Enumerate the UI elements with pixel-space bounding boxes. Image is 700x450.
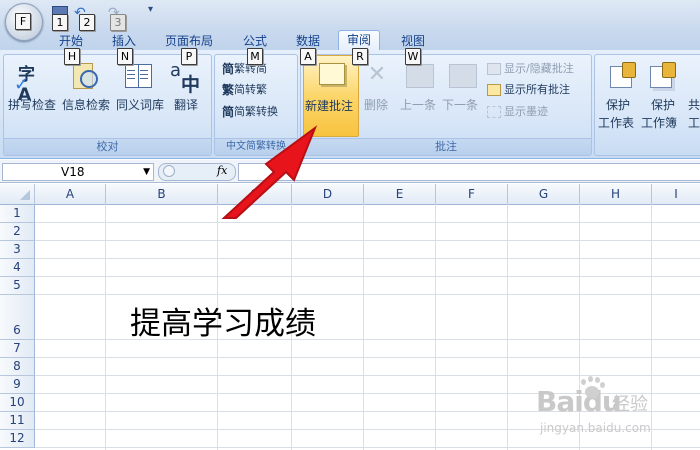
next-comment-icon xyxy=(449,64,477,88)
keytip-data: A xyxy=(300,48,316,65)
research-button[interactable]: 信息检索 xyxy=(62,96,110,113)
column-header-f[interactable]: F xyxy=(436,184,508,205)
keytip-save: 1 xyxy=(52,14,68,31)
column-header-e[interactable]: E xyxy=(364,184,436,205)
show-ink-label: 显示墨迹 xyxy=(504,105,548,118)
thesaurus-icon[interactable] xyxy=(125,62,153,90)
keytip-office: F xyxy=(15,13,31,30)
spell-check-icon[interactable]: 字A ✓ xyxy=(14,60,46,105)
keytip-formulas: M xyxy=(247,48,263,65)
group-proofing-label: 校对 xyxy=(4,138,211,155)
protect-sheet-button-line2: 工作表 xyxy=(598,116,635,130)
keytip-view: W xyxy=(405,48,421,65)
red-arrow-icon xyxy=(221,125,318,219)
previous-comment-icon xyxy=(406,64,434,88)
translate-button[interactable]: 翻译 xyxy=(174,96,198,113)
formula-handle-icon[interactable] xyxy=(163,165,175,177)
next-comment-button[interactable]: 下一条 xyxy=(442,96,478,113)
row-header-8[interactable]: 8 xyxy=(0,358,35,376)
thesaurus-button[interactable]: 同义词库 xyxy=(116,96,164,113)
keytip-undo: 2 xyxy=(79,14,95,31)
show-all-comments-icon xyxy=(487,84,501,96)
customize-qat-icon[interactable]: ▾ xyxy=(148,4,153,15)
row-header-9[interactable]: 9 xyxy=(0,376,35,394)
group-comments-label: 批注 xyxy=(301,138,591,155)
row-header-11[interactable]: 11 xyxy=(0,412,35,430)
keytip-redo: 3 xyxy=(110,14,126,31)
protect-workbook-button[interactable]: 保护 xyxy=(651,96,675,113)
row-header-2[interactable]: 2 xyxy=(0,223,35,241)
show-ink-icon xyxy=(487,106,501,118)
protect-workbook-button-line2: 工作簿 xyxy=(641,116,678,130)
quick-access-toolbar xyxy=(0,0,700,30)
name-box-value: V18 xyxy=(61,165,85,179)
watermark-url: jingyan.baidu.com xyxy=(540,421,651,435)
previous-comment-button[interactable]: 上一条 xyxy=(400,96,436,113)
column-header-b[interactable]: B xyxy=(106,184,218,205)
column-header-g[interactable]: G xyxy=(508,184,580,205)
cell-b6[interactable]: 提高学习成绩 xyxy=(130,298,316,343)
show-hide-comment-button[interactable]: 显示/隐藏批注 xyxy=(487,60,574,78)
delete-comment-icon: ✕ xyxy=(367,62,387,87)
row-header-6[interactable]: 6 xyxy=(0,295,35,340)
row-header-3[interactable]: 3 xyxy=(0,241,35,259)
to-traditional-icon: 繁 xyxy=(222,83,235,97)
share-workbook-button[interactable]: 共 xyxy=(688,96,700,113)
gridline xyxy=(35,258,700,259)
name-box[interactable]: V18 ▼ xyxy=(2,163,154,181)
row-header-4[interactable]: 4 xyxy=(0,259,35,277)
column-header-h[interactable]: H xyxy=(580,184,652,205)
show-hide-comment-label: 显示/隐藏批注 xyxy=(504,62,574,75)
gridline xyxy=(35,357,700,358)
row-header-12[interactable]: 12 xyxy=(0,430,35,448)
show-all-comments-button[interactable]: 显示所有批注 xyxy=(487,81,570,99)
share-workbook-button-line2: 工 xyxy=(688,116,700,130)
to-traditional-label: 简转繁 xyxy=(234,83,268,96)
gridline xyxy=(35,447,700,448)
name-box-dropdown-icon[interactable]: ▼ xyxy=(143,164,150,180)
row-header-1[interactable]: 1 xyxy=(0,205,35,223)
select-all-icon xyxy=(20,190,30,200)
protect-workbook-icon xyxy=(650,62,676,88)
new-comment-icon xyxy=(319,63,345,85)
keytip-page-layout: P xyxy=(181,48,197,65)
keytip-review: R xyxy=(352,48,368,65)
row-header-5[interactable]: 5 xyxy=(0,277,35,295)
column-header-i[interactable]: I xyxy=(652,184,700,205)
protect-sheet-icon xyxy=(610,62,636,88)
column-header-a[interactable]: A xyxy=(35,184,106,205)
keytip-insert: N xyxy=(117,48,133,65)
show-all-comments-label: 显示所有批注 xyxy=(504,83,570,96)
gridline xyxy=(35,276,700,277)
to-traditional-button[interactable]: 繁简转繁 xyxy=(222,81,267,99)
keytip-home: H xyxy=(64,48,80,65)
gridline xyxy=(35,294,700,295)
paw-icon xyxy=(578,376,606,402)
spell-check-button[interactable]: 拼写检查 xyxy=(8,96,56,113)
show-hide-comment-icon xyxy=(487,63,501,75)
watermark-text: 经验 xyxy=(612,394,648,415)
show-ink-button[interactable]: 显示墨迹 xyxy=(487,103,548,121)
gridline xyxy=(35,222,700,223)
to-simplified-icon: 简 xyxy=(222,62,235,76)
delete-comment-button[interactable]: 删除 xyxy=(364,96,388,113)
protect-sheet-button[interactable]: 保护 xyxy=(606,96,630,113)
row-header-7[interactable]: 7 xyxy=(0,340,35,358)
row-header-10[interactable]: 10 xyxy=(0,394,35,412)
gridline xyxy=(35,240,700,241)
